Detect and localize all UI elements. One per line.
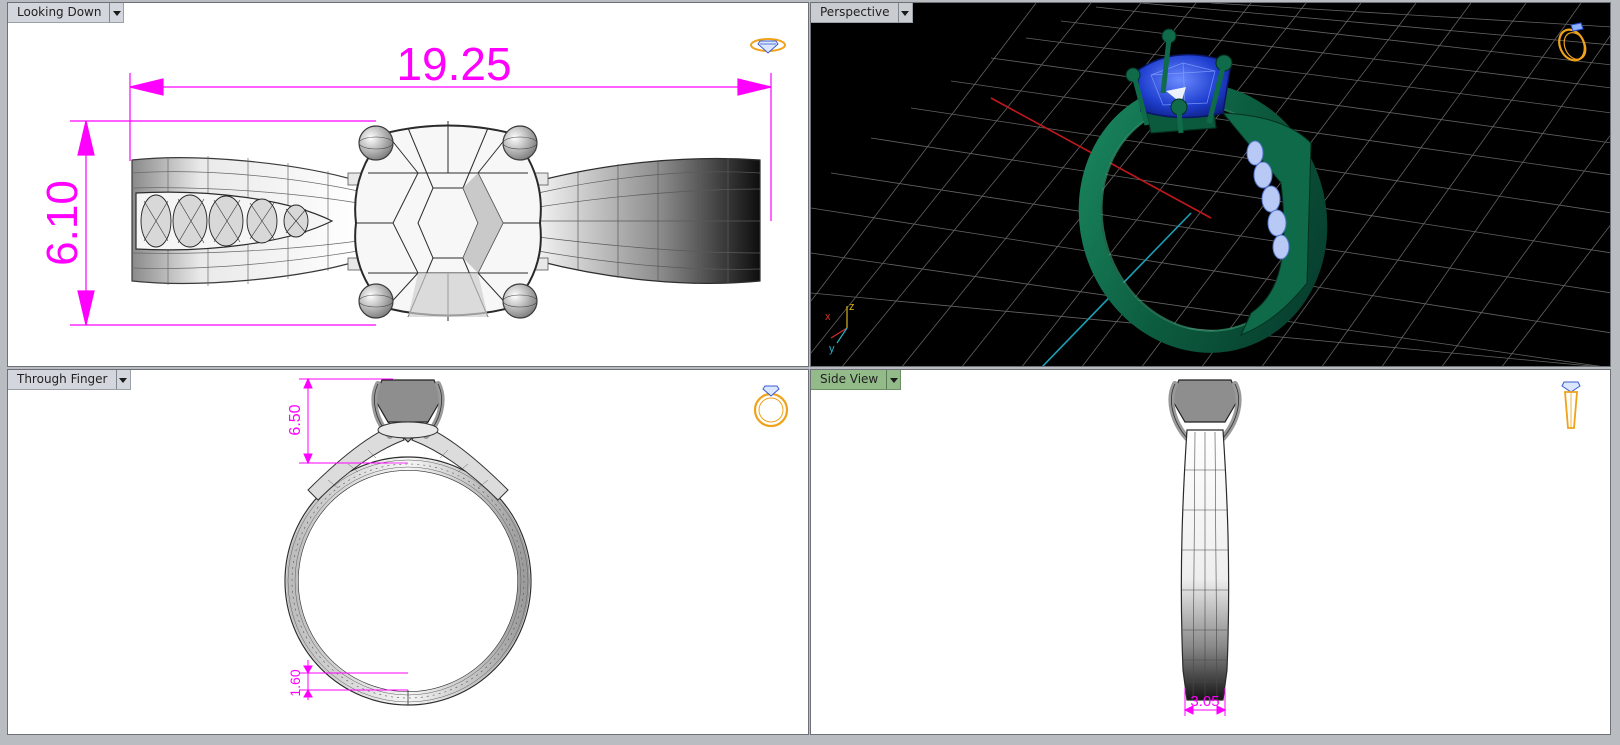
viewport-title: Perspective: [820, 5, 890, 19]
viewport-side-view[interactable]: Side View 3.05: [810, 369, 1611, 735]
looking-down-canvas: [70, 73, 772, 326]
viewport-title: Side View: [820, 372, 879, 386]
axis-label-y: y: [829, 343, 835, 355]
viewport-menu-dropdown-icon[interactable]: [109, 3, 123, 22]
viewport-looking-down[interactable]: Looking Down 19.25 6.10: [7, 2, 809, 367]
ring-top-icon: [750, 38, 786, 54]
viewport-menu-dropdown-icon[interactable]: [115, 370, 130, 389]
viewport-menu-dropdown-icon[interactable]: [897, 3, 912, 22]
ring-side-icon: [1561, 381, 1581, 429]
viewport-tab-perspective[interactable]: Perspective: [811, 3, 913, 23]
viewport-through-finger[interactable]: Through Finger 6.50 1.60: [7, 369, 809, 735]
viewport-tab-through-finger[interactable]: Through Finger: [8, 370, 131, 390]
through-finger-canvas: [284, 377, 532, 706]
viewport-tab-side-view[interactable]: Side View: [811, 370, 902, 390]
perspective-canvas: x z y: [811, 3, 1610, 366]
ring-front-icon: [753, 385, 789, 428]
viewport-title: Through Finger: [17, 372, 108, 386]
axis-label-x: x: [825, 311, 831, 323]
viewport-menu-dropdown-icon[interactable]: [886, 370, 900, 389]
ring-perspective-icon: [1558, 22, 1587, 62]
viewport-tab-looking-down[interactable]: Looking Down: [8, 3, 125, 23]
side-view-canvas: [1168, 379, 1242, 716]
axis-label-z: z: [849, 301, 855, 313]
viewport-title: Looking Down: [17, 5, 102, 19]
viewport-perspective[interactable]: Perspective x z y: [810, 2, 1611, 367]
